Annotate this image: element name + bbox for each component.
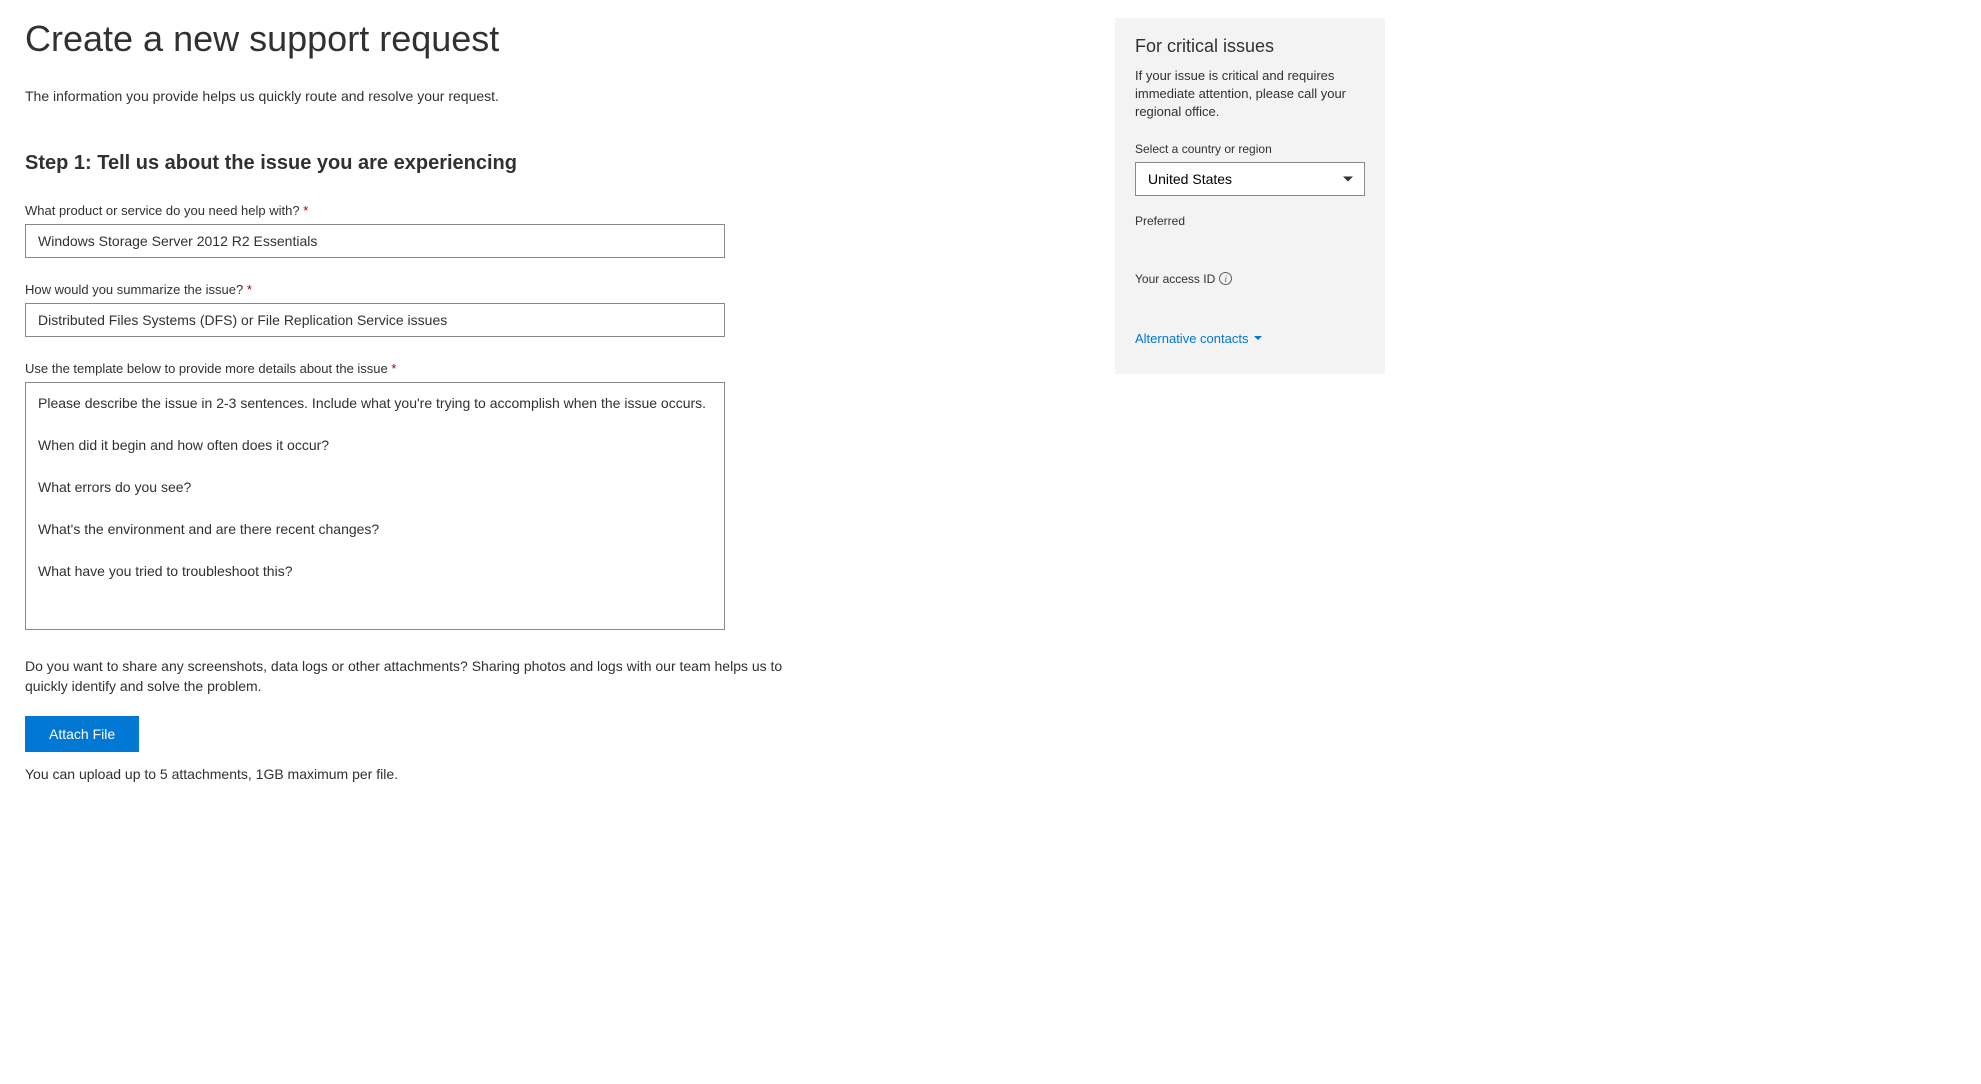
access-id-value xyxy=(1135,292,1365,312)
sidebar-description: If your issue is critical and requires i… xyxy=(1135,67,1365,122)
critical-issues-sidebar: For critical issues If your issue is cri… xyxy=(1115,18,1385,374)
product-input[interactable] xyxy=(25,224,725,258)
attachment-help-text: You can upload up to 5 attachments, 1GB … xyxy=(25,766,1085,782)
page-subtitle: The information you provide helps us qui… xyxy=(25,88,1085,104)
attachment-description: Do you want to share any screenshots, da… xyxy=(25,657,805,696)
chevron-down-icon xyxy=(1254,336,1262,340)
info-icon[interactable]: i xyxy=(1219,272,1232,285)
details-label: Use the template below to provide more d… xyxy=(25,361,1085,376)
alternative-contacts-link[interactable]: Alternative contacts xyxy=(1135,331,1262,346)
access-id-label: Your access ID i xyxy=(1135,272,1365,286)
product-label: What product or service do you need help… xyxy=(25,203,1085,218)
sidebar-heading: For critical issues xyxy=(1135,36,1365,57)
required-asterisk: * xyxy=(391,361,396,376)
summary-input[interactable] xyxy=(25,303,725,337)
country-region-select[interactable]: United States xyxy=(1135,162,1365,196)
country-region-label: Select a country or region xyxy=(1135,142,1365,156)
details-textarea[interactable] xyxy=(25,382,725,630)
page-title: Create a new support request xyxy=(25,18,1085,60)
preferred-label: Preferred xyxy=(1135,214,1365,228)
required-asterisk: * xyxy=(303,203,308,218)
preferred-value xyxy=(1135,234,1365,254)
step-1-heading: Step 1: Tell us about the issue you are … xyxy=(25,152,1085,175)
attach-file-button[interactable]: Attach File xyxy=(25,716,139,752)
summary-label: How would you summarize the issue? * xyxy=(25,282,1085,297)
required-asterisk: * xyxy=(247,282,252,297)
